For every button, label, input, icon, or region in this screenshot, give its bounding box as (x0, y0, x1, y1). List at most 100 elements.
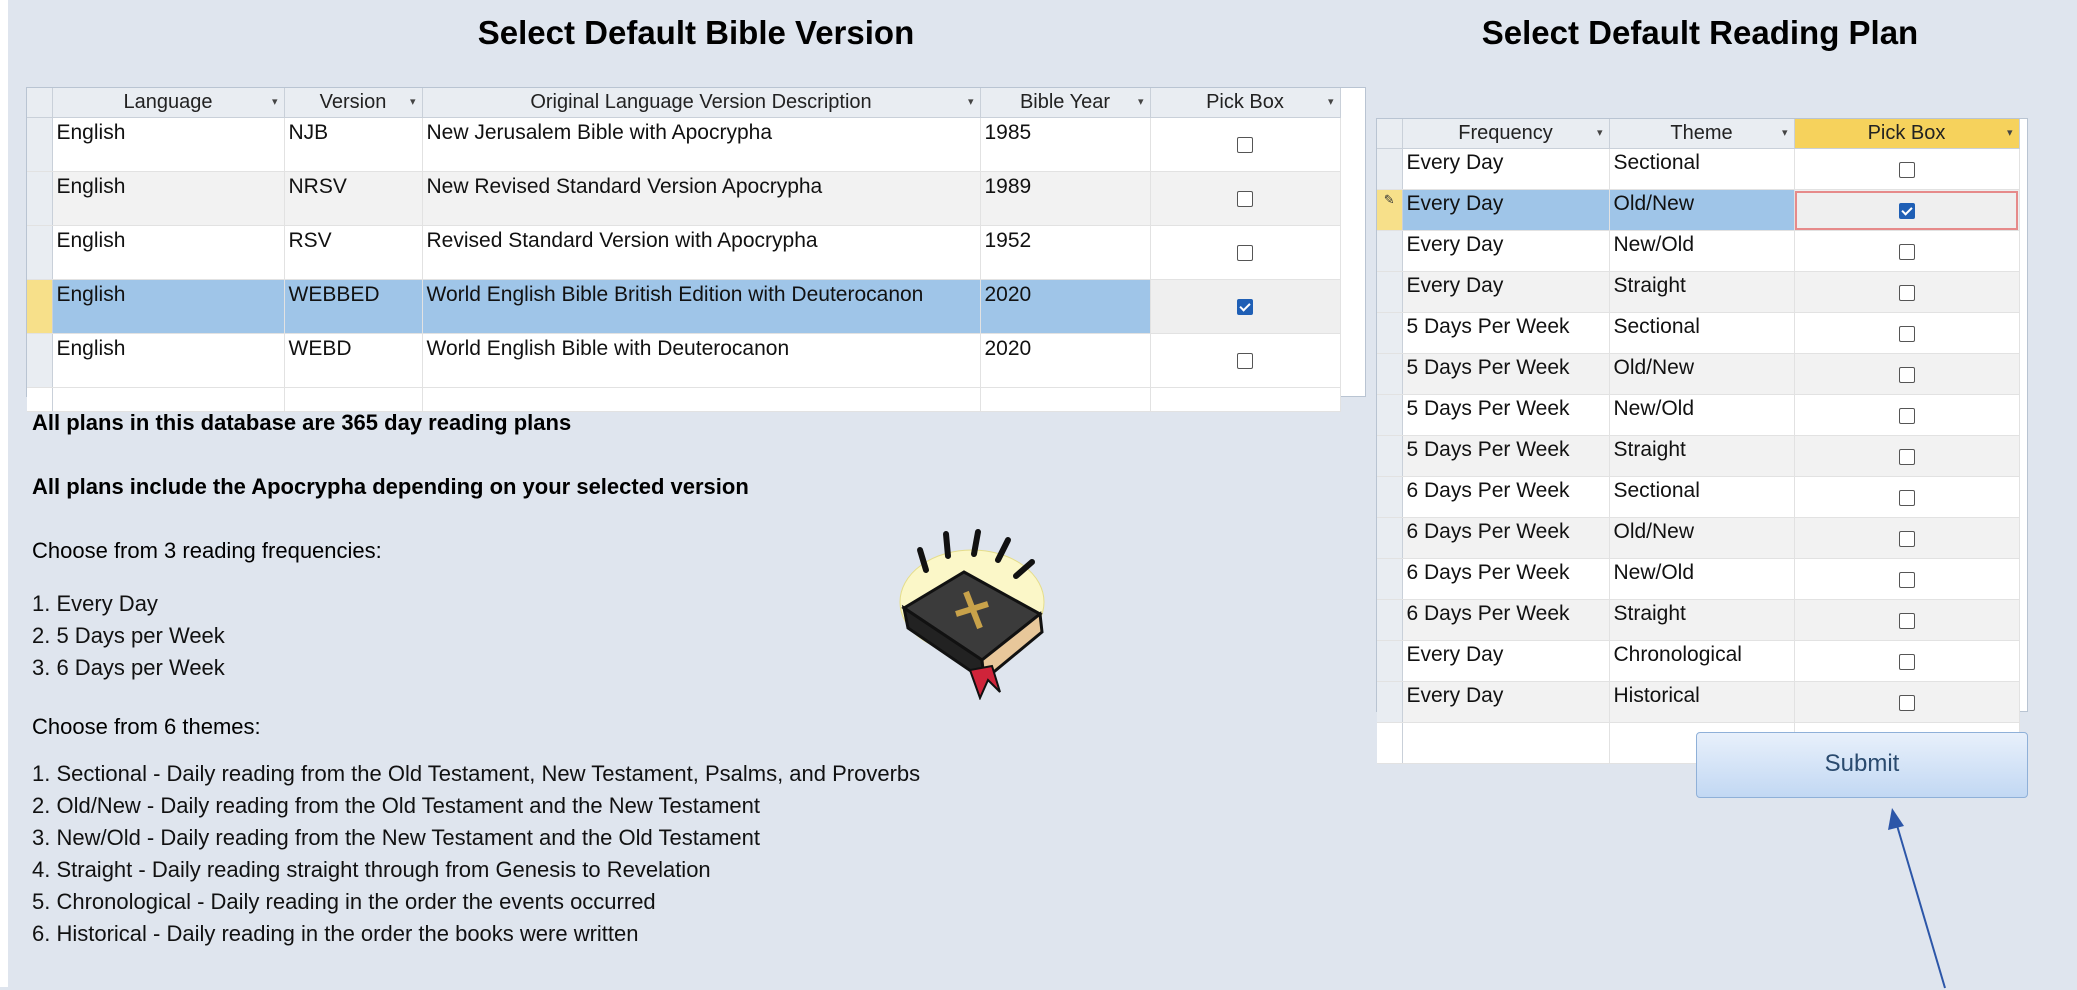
row-selector[interactable] (1377, 312, 1403, 354)
cell-theme[interactable]: Straight (1609, 435, 1795, 477)
chevron-down-icon[interactable]: ▾ (1138, 95, 1144, 108)
checkbox[interactable] (1898, 162, 1915, 179)
table-row[interactable]: English WEBD World English Bible with Deut… (27, 333, 1341, 388)
table-row[interactable]: Every Day Sectional (1377, 148, 2020, 190)
row-selector[interactable] (1377, 271, 1403, 313)
cell-version[interactable]: NJB (284, 117, 423, 172)
cell-frequency[interactable]: Every Day (1402, 189, 1610, 231)
cell-frequency[interactable]: Every Day (1402, 230, 1610, 272)
cell-version[interactable]: WEBD (284, 333, 423, 388)
table-row[interactable]: 5 Days Per Week Straight (1377, 435, 2020, 477)
row-selector[interactable] (1377, 517, 1403, 559)
row-selector[interactable] (1377, 148, 1403, 190)
checkbox[interactable] (1898, 572, 1915, 589)
cell-pick-box[interactable] (1794, 435, 2020, 477)
checked-checkbox[interactable] (1898, 203, 1915, 220)
cell-theme[interactable]: Old/New (1609, 189, 1795, 231)
cell-pick-box[interactable] (1794, 640, 2020, 682)
cell-pick-box[interactable] (1794, 599, 2020, 641)
row-selector[interactable] (1377, 435, 1403, 477)
row-selector[interactable] (1377, 353, 1403, 395)
row-selector[interactable] (27, 225, 53, 280)
cell-bible-year[interactable]: 1952 (980, 225, 1151, 280)
table-row[interactable]: ✎ Every Day Old/New (1377, 189, 2020, 231)
chevron-down-icon[interactable]: ▾ (1597, 126, 1603, 139)
cell-pick-box[interactable] (1794, 558, 2020, 600)
cell-frequency[interactable]: 6 Days Per Week (1402, 476, 1610, 518)
cell-frequency[interactable]: Every Day (1402, 640, 1610, 682)
table-row[interactable]: 6 Days Per Week Straight (1377, 599, 2020, 641)
cell-version[interactable]: NRSV (284, 171, 423, 226)
column-pick-box[interactable]: Pick Box ▾ (1150, 88, 1341, 118)
cell-theme[interactable]: Sectional (1609, 148, 1795, 190)
new-record-row[interactable] (27, 387, 1341, 412)
cell-description[interactable]: New Jerusalem Bible with Apocrypha (422, 117, 981, 172)
cell-theme[interactable]: New/Old (1609, 394, 1795, 436)
column-language[interactable]: Language ▾ (52, 88, 285, 118)
select-all-corner[interactable] (1377, 119, 1403, 149)
cell-frequency[interactable]: 5 Days Per Week (1402, 312, 1610, 354)
table-row[interactable]: Every Day New/Old (1377, 230, 2020, 272)
cell-version[interactable]: RSV (284, 225, 423, 280)
row-selector[interactable] (1377, 394, 1403, 436)
cell-pick-box[interactable] (1794, 394, 2020, 436)
cell-pick-box[interactable] (1794, 681, 2020, 723)
cell-frequency[interactable]: 6 Days Per Week (1402, 517, 1610, 559)
column-version[interactable]: Version ▾ (284, 88, 423, 118)
checkbox[interactable] (1237, 190, 1253, 207)
cell-theme[interactable]: Sectional (1609, 312, 1795, 354)
empty-cell[interactable] (1377, 722, 1403, 764)
row-selector[interactable] (1377, 558, 1403, 600)
row-selector[interactable] (27, 171, 53, 226)
row-selector[interactable] (1377, 640, 1403, 682)
cell-theme[interactable]: Chronological (1609, 640, 1795, 682)
empty-cell[interactable] (980, 387, 1151, 412)
cell-pick-box[interactable] (1150, 225, 1341, 280)
checkbox[interactable] (1898, 613, 1915, 630)
checked-checkbox[interactable] (1237, 298, 1253, 315)
checkbox[interactable] (1237, 352, 1253, 369)
checkbox[interactable] (1898, 285, 1915, 302)
empty-cell[interactable] (52, 387, 285, 412)
chevron-down-icon[interactable]: ▾ (272, 95, 278, 108)
cell-pick-box[interactable] (1794, 517, 2020, 559)
table-row[interactable]: 6 Days Per Week New/Old (1377, 558, 2020, 600)
cell-theme[interactable]: New/Old (1609, 230, 1795, 272)
table-row[interactable]: 6 Days Per Week Old/New (1377, 517, 2020, 559)
checkbox[interactable] (1898, 654, 1915, 671)
cell-theme[interactable]: Old/New (1609, 353, 1795, 395)
cell-theme[interactable]: Straight (1609, 271, 1795, 313)
cell-theme[interactable]: Historical (1609, 681, 1795, 723)
table-row[interactable]: English RSV Revised Standard Version with … (27, 225, 1341, 280)
column-theme[interactable]: Theme ▾ (1609, 119, 1795, 149)
table-row[interactable]: English NJB New Jerusalem Bible with Apocr… (27, 117, 1341, 172)
cell-pick-box[interactable] (1150, 171, 1341, 226)
table-row[interactable]: English NRSV New Revised Standard Version … (27, 171, 1341, 226)
table-row[interactable]: 5 Days Per Week Sectional (1377, 312, 2020, 354)
row-selector[interactable] (27, 279, 53, 334)
table-row[interactable]: 6 Days Per Week Sectional (1377, 476, 2020, 518)
cell-version[interactable]: WEBBED (284, 279, 423, 334)
empty-cell[interactable] (284, 387, 423, 412)
empty-cell[interactable] (27, 387, 53, 412)
cell-frequency[interactable]: 6 Days Per Week (1402, 558, 1610, 600)
chevron-down-icon[interactable]: ▾ (1782, 126, 1788, 139)
cell-language[interactable]: English (52, 333, 285, 388)
checkbox[interactable] (1237, 244, 1253, 261)
cell-pick-box[interactable] (1794, 189, 2020, 231)
cell-description[interactable]: World English Bible British Edition with… (422, 279, 981, 334)
checkbox[interactable] (1898, 449, 1915, 466)
cell-frequency[interactable]: Every Day (1402, 148, 1610, 190)
table-row[interactable]: 5 Days Per Week New/Old (1377, 394, 2020, 436)
select-all-corner[interactable] (27, 88, 53, 118)
checkbox[interactable] (1898, 408, 1915, 425)
cell-theme[interactable]: New/Old (1609, 558, 1795, 600)
checkbox[interactable] (1237, 136, 1253, 153)
chevron-down-icon[interactable]: ▾ (968, 95, 974, 108)
cell-language[interactable]: English (52, 279, 285, 334)
cell-pick-box[interactable] (1150, 279, 1341, 334)
cell-frequency[interactable]: Every Day (1402, 681, 1610, 723)
table-row[interactable]: 5 Days Per Week Old/New (1377, 353, 2020, 395)
cell-pick-box[interactable] (1794, 148, 2020, 190)
checkbox[interactable] (1898, 531, 1915, 548)
